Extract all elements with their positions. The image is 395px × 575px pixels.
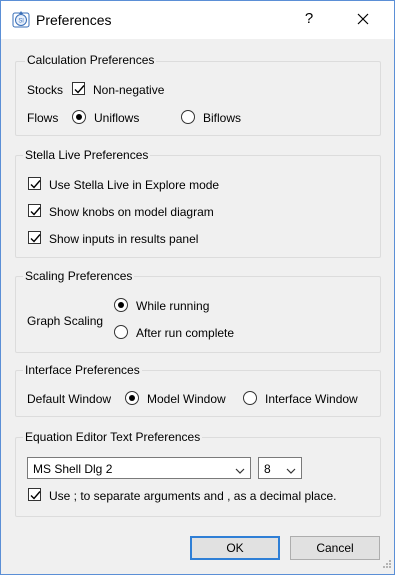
checkmark-icon — [74, 85, 85, 94]
flows-label: Flows — [27, 111, 59, 125]
model-window-radio[interactable] — [125, 391, 139, 405]
separator-checkbox[interactable] — [28, 488, 41, 501]
calculation-preferences-group — [15, 61, 381, 136]
close-icon — [357, 13, 369, 25]
stella-live-explore-label: Use Stella Live in Explore mode — [49, 178, 220, 192]
font-select[interactable]: MS Shell Dlg 2 — [27, 457, 251, 479]
show-inputs-checkbox[interactable] — [28, 231, 41, 244]
show-knobs-label: Show knobs on model diagram — [49, 205, 214, 219]
cancel-button[interactable]: Cancel — [290, 536, 380, 560]
ok-button[interactable]: OK — [190, 536, 280, 560]
show-inputs-label: Show inputs in results panel — [49, 232, 199, 246]
title-bar[interactable]: Sl Preferences ? — [1, 1, 394, 39]
calculation-preferences-title: Calculation Preferences — [25, 53, 157, 67]
stella-live-explore-checkbox[interactable] — [28, 177, 41, 190]
checkmark-icon — [30, 180, 41, 189]
biflows-radio[interactable] — [181, 110, 195, 124]
interface-window-radio[interactable] — [243, 391, 257, 405]
interface-window-label: Interface Window — [265, 392, 358, 406]
while-running-label: While running — [136, 299, 210, 313]
svg-text:Sl: Sl — [18, 19, 23, 25]
non-negative-checkbox[interactable] — [72, 82, 85, 95]
interface-preferences-title: Interface Preferences — [23, 363, 142, 377]
checkmark-icon — [30, 491, 41, 500]
biflows-label: Biflows — [203, 111, 242, 125]
font-select-value: MS Shell Dlg 2 — [33, 462, 113, 476]
non-negative-label: Non-negative — [93, 83, 165, 97]
checkmark-icon — [30, 207, 41, 216]
uniflows-radio[interactable] — [72, 110, 86, 124]
app-icon: Sl — [12, 10, 30, 28]
equation-editor-preferences-title: Equation Editor Text Preferences — [23, 430, 203, 444]
model-window-label: Model Window — [147, 392, 226, 406]
separator-label: Use ; to separate arguments and , as a d… — [49, 489, 337, 503]
stocks-label: Stocks — [27, 83, 64, 97]
window-title: Preferences — [36, 12, 112, 28]
after-run-complete-label: After run complete — [136, 326, 235, 340]
show-knobs-checkbox[interactable] — [28, 204, 41, 217]
preferences-dialog: Sl Preferences ? Calculation Preferences… — [0, 0, 395, 575]
resize-grip-icon[interactable] — [382, 558, 392, 572]
close-button[interactable] — [351, 7, 375, 31]
font-size-select-value: 8 — [264, 462, 271, 476]
graph-scaling-label: Graph Scaling — [27, 314, 104, 328]
chevron-down-icon — [235, 464, 245, 478]
help-button[interactable]: ? — [297, 7, 321, 31]
stella-live-preferences-title: Stella Live Preferences — [23, 148, 151, 162]
chevron-down-icon — [286, 464, 296, 478]
after-run-complete-radio[interactable] — [114, 325, 128, 339]
default-window-label: Default Window — [27, 392, 112, 406]
scaling-preferences-title: Scaling Preferences — [23, 269, 135, 283]
uniflows-label: Uniflows — [94, 111, 140, 125]
font-size-select[interactable]: 8 — [258, 457, 302, 479]
while-running-radio[interactable] — [114, 298, 128, 312]
checkmark-icon — [30, 234, 41, 243]
